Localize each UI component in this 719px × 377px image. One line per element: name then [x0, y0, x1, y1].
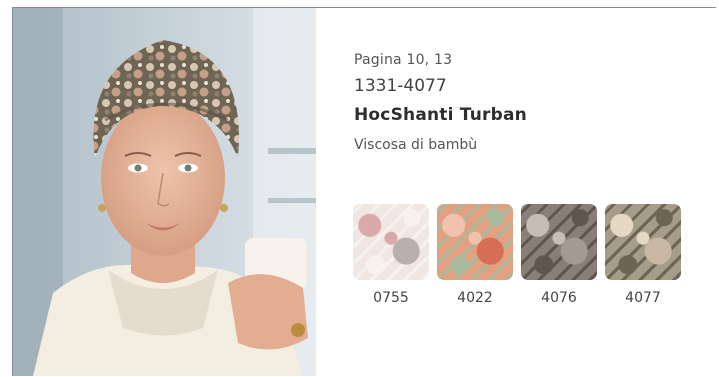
color-swatch[interactable]: 4022: [437, 204, 513, 306]
color-swatch[interactable]: 4077: [605, 204, 681, 306]
color-swatch-list: 0755 4022 4076 4077: [353, 204, 689, 306]
swatch-pattern-image[interactable]: [521, 204, 597, 280]
product-info: Pagina 10, 13 1331-4077 HocShanti Turban…: [354, 52, 527, 153]
swatch-pattern-image[interactable]: [437, 204, 513, 280]
swatch-color-code: 4077: [625, 290, 661, 306]
model-photo-illustration: [13, 8, 316, 376]
color-swatch[interactable]: 4076: [521, 204, 597, 306]
product-photo: [13, 8, 316, 376]
product-code: 1331-4077: [354, 76, 447, 96]
swatch-color-code: 0755: [373, 290, 409, 306]
color-swatch[interactable]: 0755: [353, 204, 429, 306]
swatch-color-code: 4076: [541, 290, 577, 306]
swatch-pattern-image[interactable]: [353, 204, 429, 280]
swatch-color-code: 4022: [457, 290, 493, 306]
catalog-page-reference: Pagina 10, 13: [354, 52, 453, 68]
product-material: Viscosa di bambù: [354, 137, 478, 153]
swatch-pattern-image[interactable]: [605, 204, 681, 280]
product-name: HocShanti Turban: [354, 105, 527, 125]
product-card: Pagina 10, 13 1331-4077 HocShanti Turban…: [12, 7, 716, 376]
